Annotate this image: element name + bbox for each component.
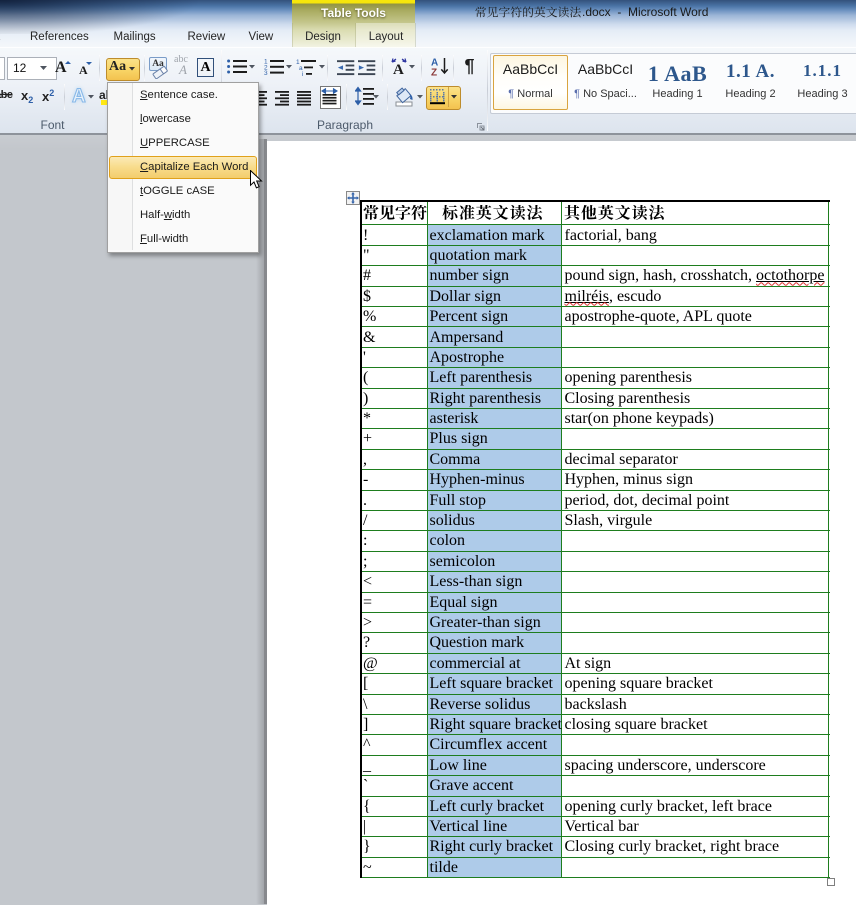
svg-text:A: A — [393, 62, 404, 78]
svg-text:3: 3 — [264, 70, 268, 77]
svg-text:i: i — [302, 71, 303, 78]
svg-text:Z: Z — [431, 68, 437, 78]
